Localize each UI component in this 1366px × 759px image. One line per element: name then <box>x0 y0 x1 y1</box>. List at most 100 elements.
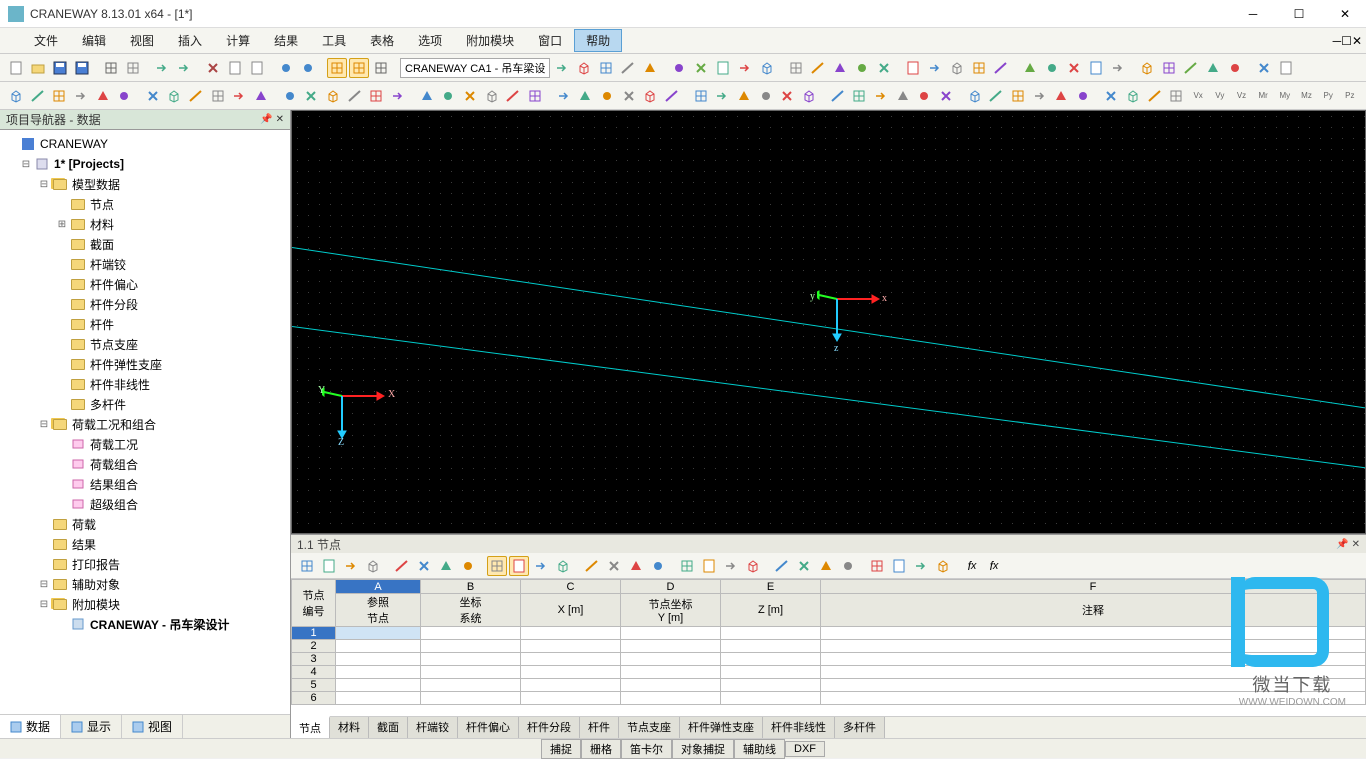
tree-node[interactable]: CRANEWAY <box>2 134 288 154</box>
pin-icon[interactable]: 📌 ✕ <box>260 114 284 125</box>
tool1-15[interactable] <box>903 58 923 78</box>
tool2-51[interactable] <box>1167 86 1187 106</box>
axis-Py[interactable]: Py <box>1318 86 1338 106</box>
menu-item-11[interactable]: 帮助 <box>574 29 622 52</box>
tool1-18[interactable] <box>969 58 989 78</box>
tool1-10[interactable] <box>786 58 806 78</box>
tree-node[interactable]: 杆件弹性支座 <box>2 354 288 374</box>
tool2-3[interactable] <box>71 86 91 106</box>
tool1-9[interactable] <box>757 58 777 78</box>
tree-node[interactable]: 节点支座 <box>2 334 288 354</box>
tree-node[interactable]: 截面 <box>2 234 288 254</box>
panel-tab-2[interactable]: 截面 <box>369 717 408 738</box>
tool2-44[interactable] <box>1008 86 1028 106</box>
panel-tool-11[interactable] <box>553 556 573 576</box>
tree-node[interactable]: 杆件分段 <box>2 294 288 314</box>
tree-node[interactable]: 杆端铰 <box>2 254 288 274</box>
help-button[interactable] <box>298 58 318 78</box>
panel-tab-0[interactable]: 节点 <box>291 716 330 738</box>
axis-Vz[interactable]: Vz <box>1232 86 1252 106</box>
sidebar-tab-0[interactable]: 数据 <box>0 715 61 738</box>
tool2-6[interactable] <box>143 86 163 106</box>
tool2-14[interactable] <box>323 86 343 106</box>
tree-node[interactable]: 杆件偏心 <box>2 274 288 294</box>
panel-tab-5[interactable]: 杆件分段 <box>519 717 580 738</box>
tool2-28[interactable] <box>641 86 661 106</box>
tool1-14[interactable] <box>874 58 894 78</box>
tool2-40[interactable] <box>914 86 934 106</box>
tool2-38[interactable] <box>871 86 891 106</box>
menu-item-2[interactable]: 视图 <box>118 29 166 52</box>
tool1-22[interactable] <box>1064 58 1084 78</box>
panel-tool-23[interactable] <box>838 556 858 576</box>
status-btn-2[interactable]: 笛卡尔 <box>621 739 672 759</box>
cut-button[interactable] <box>203 58 223 78</box>
tool2-41[interactable] <box>936 86 956 106</box>
tool2-20[interactable] <box>460 86 480 106</box>
find-button[interactable] <box>276 58 296 78</box>
menu-item-3[interactable]: 插入 <box>166 29 214 52</box>
open-file-button[interactable] <box>28 58 48 78</box>
tool1-23[interactable] <box>1086 58 1106 78</box>
tree-node[interactable]: 结果组合 <box>2 474 288 494</box>
panel-tool-19[interactable] <box>743 556 763 576</box>
tool2-43[interactable] <box>986 86 1006 106</box>
tree-node[interactable]: 杆件非线性 <box>2 374 288 394</box>
status-btn-3[interactable]: 对象捕捉 <box>672 739 734 759</box>
status-btn-4[interactable]: 辅助线 <box>734 739 785 759</box>
axis-Vy[interactable]: Vy <box>1210 86 1230 106</box>
panel-tab-4[interactable]: 杆件偏心 <box>458 717 519 738</box>
tool2-19[interactable] <box>439 86 459 106</box>
tree-node[interactable]: ⊟模型数据 <box>2 174 288 194</box>
tool2-42[interactable] <box>965 86 985 106</box>
tool2-24[interactable] <box>554 86 574 106</box>
panel-tool-12[interactable] <box>582 556 602 576</box>
tool1-30[interactable] <box>1254 58 1274 78</box>
status-btn-1[interactable]: 栅格 <box>581 739 621 759</box>
tool2-32[interactable] <box>734 86 754 106</box>
tool2-34[interactable] <box>777 86 797 106</box>
tree-node[interactable]: 超级组合 <box>2 494 288 514</box>
tool1-28[interactable] <box>1203 58 1223 78</box>
panel-tool-26[interactable] <box>911 556 931 576</box>
tool1-12[interactable] <box>830 58 850 78</box>
tool1-19[interactable] <box>991 58 1011 78</box>
maximize-button[interactable]: ☐ <box>1286 7 1312 21</box>
child-close[interactable]: ✕ <box>1352 34 1362 48</box>
panel-tool-15[interactable] <box>648 556 668 576</box>
table-row[interactable]: 2 <box>292 640 1366 653</box>
menu-item-8[interactable]: 选项 <box>406 29 454 52</box>
tool1-16[interactable] <box>925 58 945 78</box>
panel-tool-13[interactable] <box>604 556 624 576</box>
panel-tab-8[interactable]: 杆件弹性支座 <box>680 717 763 738</box>
table1-button[interactable] <box>327 58 347 78</box>
tool1-4[interactable] <box>640 58 660 78</box>
axis-Mr[interactable]: Mr <box>1253 86 1273 106</box>
table-row[interactable]: 6 <box>292 692 1366 705</box>
panel-tool-5[interactable] <box>414 556 434 576</box>
tree-node[interactable]: ⊟辅助对象 <box>2 574 288 594</box>
tool2-1[interactable] <box>28 86 48 106</box>
tree-node[interactable]: ⊟荷载工况和组合 <box>2 414 288 434</box>
tool2-17[interactable] <box>388 86 408 106</box>
tool1-24[interactable] <box>1108 58 1128 78</box>
tool2-16[interactable] <box>367 86 387 106</box>
model-combo[interactable]: CRANEWAY CA1 - 吊车梁设 <box>400 58 550 78</box>
paste-button[interactable] <box>247 58 267 78</box>
panel-tool-4[interactable] <box>392 556 412 576</box>
save-all-button[interactable] <box>72 58 92 78</box>
table-row[interactable]: 3 <box>292 653 1366 666</box>
tree-node[interactable]: 荷载 <box>2 514 288 534</box>
tool1-8[interactable] <box>735 58 755 78</box>
tool2-12[interactable] <box>280 86 300 106</box>
menu-item-5[interactable]: 结果 <box>262 29 310 52</box>
menu-item-1[interactable]: 编辑 <box>70 29 118 52</box>
panel-tool-8[interactable] <box>487 556 507 576</box>
tool1-5[interactable] <box>669 58 689 78</box>
tree-node[interactable]: 节点 <box>2 194 288 214</box>
tool2-21[interactable] <box>482 86 502 106</box>
tool1-7[interactable] <box>713 58 733 78</box>
tree-node[interactable]: 结果 <box>2 534 288 554</box>
new-file-button[interactable] <box>6 58 26 78</box>
tool2-18[interactable] <box>417 86 437 106</box>
